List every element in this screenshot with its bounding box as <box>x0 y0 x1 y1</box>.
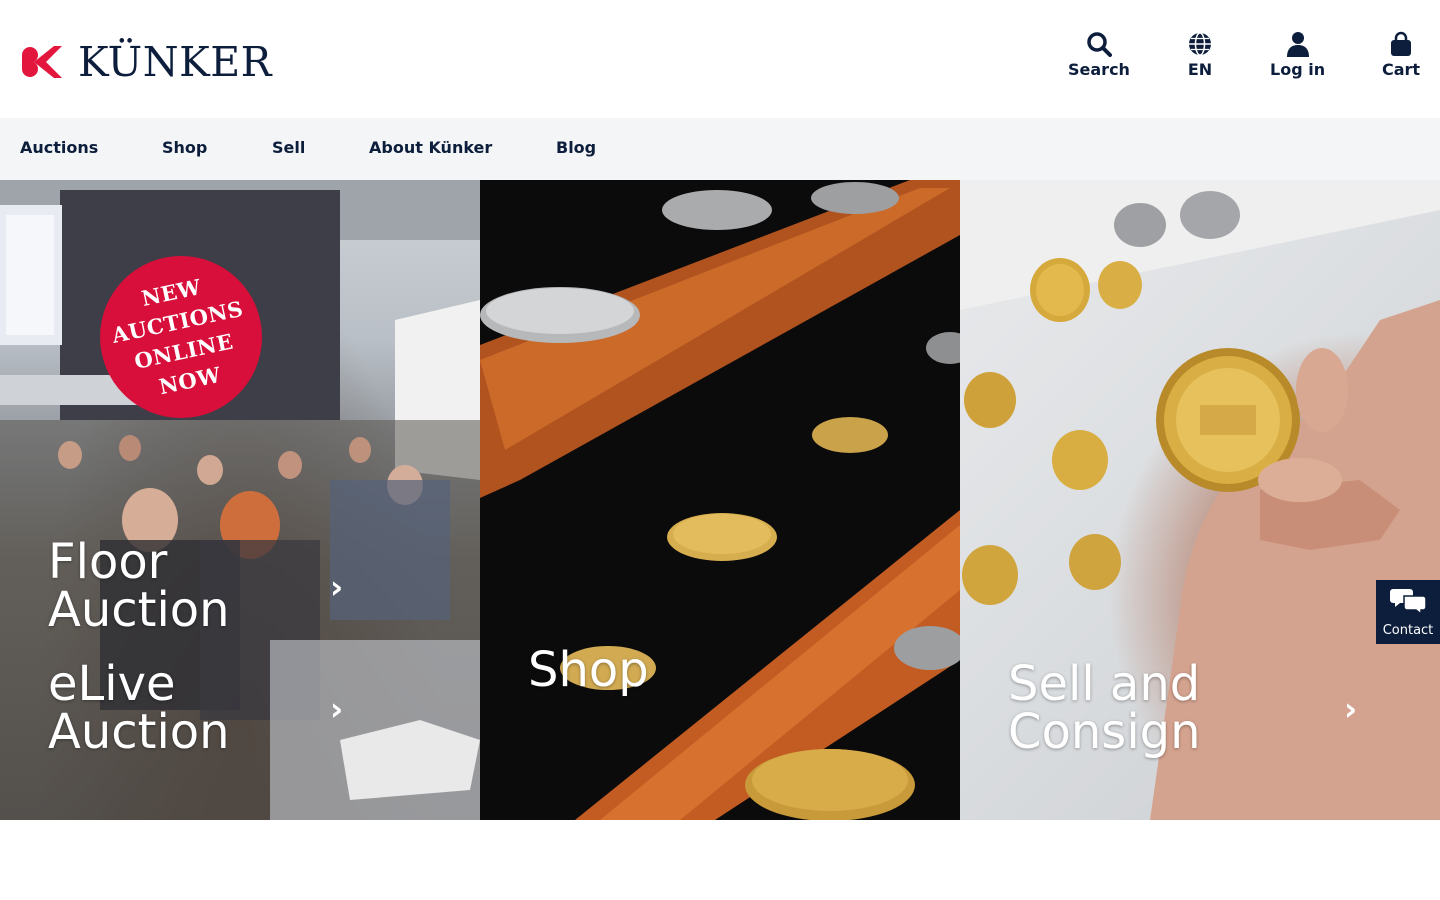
shop-link[interactable]: Shop <box>528 646 649 694</box>
contact-label: Contact <box>1382 622 1434 638</box>
coin-tray-image <box>480 180 960 820</box>
login-label: Log in <box>1270 60 1326 79</box>
contact-button[interactable]: Contact <box>1376 580 1440 644</box>
main-nav: Auctions Shop Sell About Künker Blog <box>0 118 1440 180</box>
auction-panel: NEW AUCTIONS ONLINE NOW Floor Auction › … <box>0 180 480 820</box>
nav-item-blog[interactable]: Blog <box>556 118 596 180</box>
elive-auction-line-2: Auction <box>48 704 230 760</box>
nav-item-shop[interactable]: Shop <box>162 118 207 180</box>
globe-icon <box>1186 30 1214 58</box>
shopping-bag-icon <box>1387 30 1415 58</box>
sell-consign-link[interactable]: Sell and Consign <box>1008 660 1201 756</box>
sell-consign-chevron-icon[interactable]: › <box>1344 690 1357 728</box>
floor-auction-link[interactable]: Floor Auction <box>48 538 230 634</box>
elive-auction-link[interactable]: eLive Auction <box>48 660 230 756</box>
sell-panel: Sell and Consign › <box>960 180 1440 820</box>
shop-panel: Shop <box>480 180 960 820</box>
login-button[interactable]: Log in <box>1270 30 1325 79</box>
kuenker-logo-icon <box>20 44 62 80</box>
user-icon <box>1284 30 1312 58</box>
language-label: EN <box>1187 60 1213 79</box>
site-header: KÜNKER Search EN Log in Cart <box>0 0 1440 118</box>
floor-auction-chevron-icon[interactable]: › <box>330 568 343 606</box>
cart-label: Cart <box>1382 60 1421 79</box>
sell-consign-line-1: Sell and <box>1008 656 1201 712</box>
cart-button[interactable]: Cart <box>1382 30 1420 79</box>
floor-auction-line-1: Floor <box>48 534 168 590</box>
language-button[interactable]: EN <box>1186 30 1214 79</box>
brand-name: KÜNKER <box>78 38 273 86</box>
search-button[interactable]: Search <box>1068 30 1130 79</box>
hero-section: NEW AUCTIONS ONLINE NOW Floor Auction › … <box>0 180 1440 820</box>
floor-auction-line-2: Auction <box>48 582 230 638</box>
chat-bubbles-icon <box>1390 587 1427 619</box>
kuenker-logo[interactable]: KÜNKER <box>20 40 272 83</box>
search-icon <box>1085 30 1113 58</box>
elive-auction-line-1: eLive <box>48 656 176 712</box>
nav-item-sell[interactable]: Sell <box>272 118 305 180</box>
nav-item-auctions[interactable]: Auctions <box>20 118 98 180</box>
nav-item-about[interactable]: About Künker <box>369 118 492 180</box>
sell-consign-line-2: Consign <box>1008 704 1201 760</box>
elive-auction-chevron-icon[interactable]: › <box>330 690 343 728</box>
search-label: Search <box>1068 60 1130 79</box>
new-auctions-badge[interactable]: NEW AUCTIONS ONLINE NOW <box>100 256 262 418</box>
